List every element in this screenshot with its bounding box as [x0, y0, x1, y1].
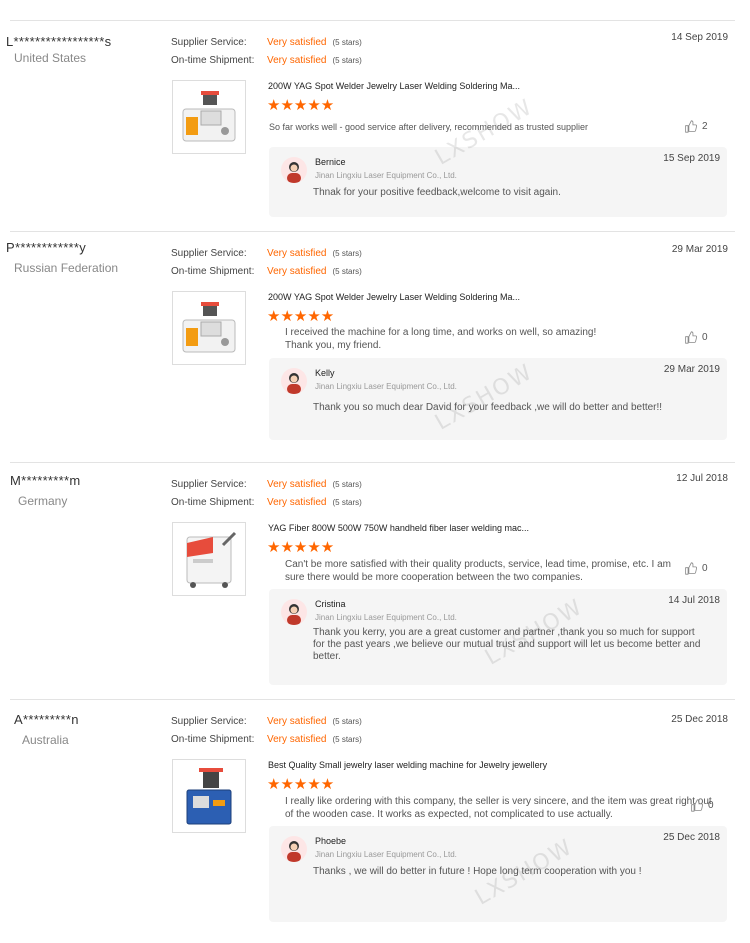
handheld-welder-image: [186, 531, 237, 588]
ontime-shipment-value: Very satisfied: [267, 266, 327, 277]
ontime-shipment-value: Very satisfied: [267, 55, 327, 66]
supplier-service-rating: Supplier Service: Very satisfied (5 stars): [171, 248, 362, 259]
supplier-service-rating: Supplier Service: Very satisfied (5 stars): [171, 479, 362, 490]
supplier-service-label: Supplier Service:: [171, 716, 247, 727]
buyer-name: M*********m: [10, 473, 81, 488]
ontime-shipment-rating: On-time Shipment: Very satisfied (5 stars): [171, 734, 362, 745]
supplier-reply: Cristina Jinan Lingxiu Laser Equipment C…: [269, 589, 727, 685]
supplier-service-rating: Supplier Service: Very satisfied (5 stars): [171, 37, 362, 48]
thumbs-up-icon: [685, 120, 698, 133]
supplier-service-stars: (5 stars): [332, 480, 362, 489]
buyer-name: P************y: [6, 240, 87, 255]
reply-text: Thank you so much dear David for your fe…: [313, 402, 663, 413]
product-thumbnail[interactable]: [172, 522, 246, 596]
review-date: 14 Sep 2019: [671, 32, 728, 43]
supplier-service-value: Very satisfied: [267, 479, 327, 490]
like-button[interactable]: 2: [684, 120, 708, 133]
avatar: [281, 368, 307, 394]
ontime-shipment-rating: On-time Shipment: Very satisfied (5 stars): [171, 497, 362, 508]
ontime-shipment-label: On-time Shipment:: [171, 55, 255, 66]
supplier-service-stars: (5 stars): [332, 717, 362, 726]
buyer-name: L*****************s: [6, 34, 112, 49]
avatar: [281, 157, 307, 183]
supplier-service-label: Supplier Service:: [171, 479, 247, 490]
ontime-shipment-value: Very satisfied: [267, 734, 327, 745]
thumbs-up-icon: [691, 799, 704, 812]
review-date: 25 Dec 2018: [671, 714, 728, 725]
reply-author: Kelly: [315, 368, 335, 378]
ontime-shipment-label: On-time Shipment:: [171, 497, 255, 508]
like-count: 2: [702, 121, 708, 133]
like-button[interactable]: 0: [690, 799, 714, 812]
supplier-service-value: Very satisfied: [267, 37, 327, 48]
divider: [10, 20, 735, 21]
ontime-shipment-stars: (5 stars): [332, 56, 362, 65]
reply-author: Bernice: [315, 157, 346, 167]
reply-company: Jinan Lingxiu Laser Equipment Co., Ltd.: [315, 850, 457, 859]
reply-company: Jinan Lingxiu Laser Equipment Co., Ltd.: [315, 171, 457, 180]
review-comment: Can't be more satisfied with their quali…: [285, 559, 671, 583]
supplier-reply: Bernice Jinan Lingxiu Laser Equipment Co…: [269, 147, 727, 217]
avatar: [281, 599, 307, 625]
thumbs-up-icon: [685, 331, 698, 344]
divider: [10, 462, 735, 463]
product-title-link[interactable]: 200W YAG Spot Welder Jewelry Laser Weldi…: [268, 292, 520, 302]
spot-welder-image: [182, 91, 236, 142]
like-count: 0: [702, 563, 708, 575]
product-title-link[interactable]: 200W YAG Spot Welder Jewelry Laser Weldi…: [268, 81, 520, 91]
product-title-link[interactable]: YAG Fiber 800W 500W 750W handheld fiber …: [268, 523, 529, 533]
like-count: 0: [708, 800, 714, 812]
ontime-shipment-label: On-time Shipment:: [171, 266, 255, 277]
buyer-country: Germany: [18, 494, 68, 508]
reply-date: 15 Sep 2019: [663, 153, 720, 164]
supplier-service-value: Very satisfied: [267, 248, 327, 259]
supplier-service-label: Supplier Service:: [171, 248, 247, 259]
divider: [10, 699, 735, 700]
product-thumbnail[interactable]: [172, 80, 246, 154]
reply-author: Cristina: [315, 599, 346, 609]
ontime-shipment-rating: On-time Shipment: Very satisfied (5 stars): [171, 266, 362, 277]
reply-company: Jinan Lingxiu Laser Equipment Co., Ltd.: [315, 613, 457, 622]
ontime-shipment-rating: On-time Shipment: Very satisfied (5 stars): [171, 55, 362, 66]
ontime-shipment-value: Very satisfied: [267, 497, 327, 508]
reply-company: Jinan Lingxiu Laser Equipment Co., Ltd.: [315, 382, 457, 391]
buyer-name: A*********n: [14, 712, 79, 727]
like-count: 0: [702, 332, 708, 344]
buyer-country: United States: [14, 51, 87, 65]
product-title-link[interactable]: Best Quality Small jewelry laser welding…: [268, 760, 547, 770]
review-star-rating: ★★★★★: [267, 539, 335, 556]
review-star-rating: ★★★★★: [267, 97, 335, 114]
ontime-shipment-stars: (5 stars): [332, 735, 362, 744]
review-star-rating: ★★★★★: [267, 308, 335, 325]
product-thumbnail[interactable]: [172, 759, 246, 833]
reply-date: 29 Mar 2019: [663, 364, 720, 375]
reply-text: Thnak for your positive feedback,welcome…: [313, 187, 561, 198]
supplier-service-value: Very satisfied: [267, 716, 327, 727]
review-comment: I received the machine for a long time, …: [285, 327, 597, 351]
like-button[interactable]: 0: [684, 562, 708, 575]
product-thumbnail[interactable]: [172, 291, 246, 365]
ontime-shipment-stars: (5 stars): [332, 267, 362, 276]
buyer-country: Australia: [22, 733, 69, 747]
ontime-shipment-stars: (5 stars): [332, 498, 362, 507]
spot-welder-image: [182, 302, 236, 353]
avatar: [281, 836, 307, 862]
review-comment: I really like ordering with this company…: [285, 796, 712, 820]
reply-date: 25 Dec 2018: [663, 832, 720, 843]
reply-date: 14 Jul 2018: [668, 595, 720, 606]
supplier-service-stars: (5 stars): [332, 38, 362, 47]
thumbs-up-icon: [685, 562, 698, 575]
review-star-rating: ★★★★★: [267, 776, 335, 793]
supplier-service-label: Supplier Service:: [171, 37, 247, 48]
supplier-service-stars: (5 stars): [332, 249, 362, 258]
like-button[interactable]: 0: [684, 331, 708, 344]
review-date: 12 Jul 2018: [676, 473, 728, 484]
divider: [10, 231, 735, 232]
jewelry-welder-image: [186, 768, 232, 825]
buyer-country: Russian Federation: [14, 261, 119, 275]
supplier-service-rating: Supplier Service: Very satisfied (5 stars): [171, 716, 362, 727]
review-date: 29 Mar 2019: [671, 244, 728, 255]
ontime-shipment-label: On-time Shipment:: [171, 734, 255, 745]
reply-author: Phoebe: [315, 836, 347, 846]
